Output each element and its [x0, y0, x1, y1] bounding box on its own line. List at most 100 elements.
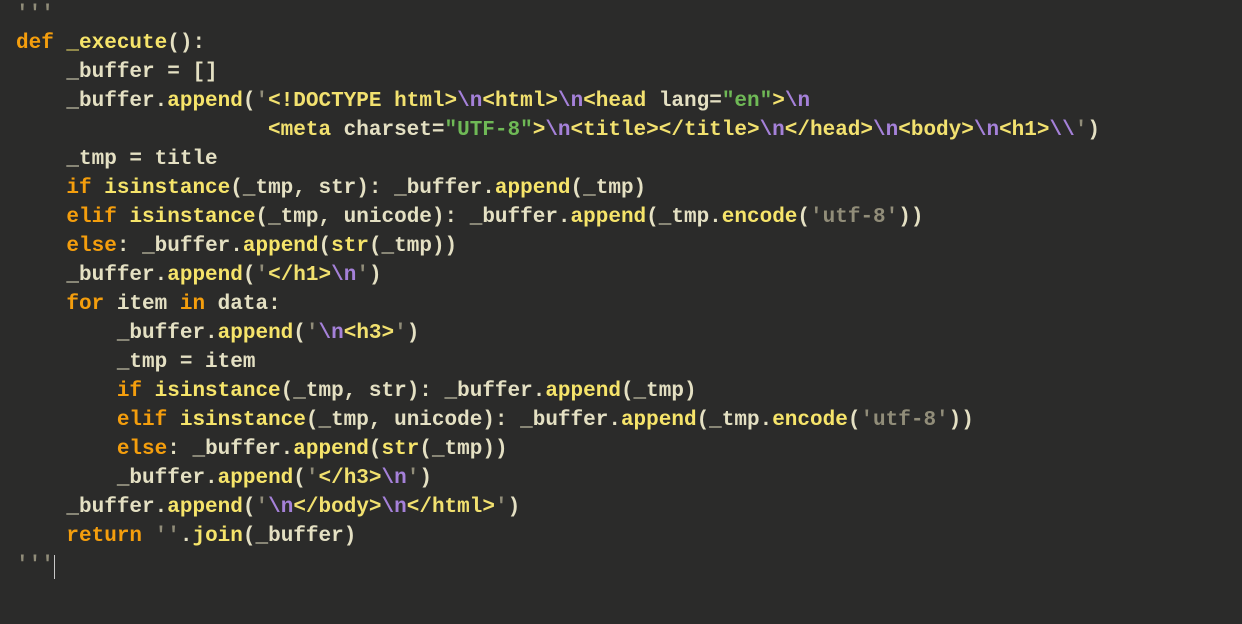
code-token: lang= [659, 90, 722, 113]
code-token: (): [167, 32, 205, 55]
code-token: <h3> [344, 322, 394, 345]
code-token: </head> [785, 119, 873, 142]
code-token: ( [848, 409, 861, 432]
code-token: (_buffer) [243, 525, 356, 548]
code-token: ' [495, 496, 508, 519]
code-token: append [495, 177, 571, 200]
code-token: ' [394, 322, 407, 345]
code-token [16, 119, 268, 142]
code-token: else [117, 438, 167, 461]
code-line: return ''.join(_buffer) [16, 525, 356, 548]
code-token: elif [66, 206, 129, 229]
code-token: for [66, 293, 116, 316]
code-token: append [571, 206, 647, 229]
code-token: ( [319, 235, 332, 258]
code-token: \n [268, 496, 293, 519]
code-token: ''' [16, 554, 54, 577]
code-token: join [192, 525, 242, 548]
code-line: for item in data: [16, 293, 281, 316]
code-token: append [218, 322, 294, 345]
code-token: if [66, 177, 104, 200]
code-token: ( [797, 206, 810, 229]
code-token: ( [293, 467, 306, 490]
code-token: : [117, 235, 142, 258]
code-token: > [533, 119, 546, 142]
code-token: _buffer. [117, 467, 218, 490]
code-token: ' [1075, 119, 1088, 142]
code-token: _tmp = item [117, 351, 256, 374]
code-line: _buffer.append('</h1>\n') [16, 264, 382, 287]
code-token: _buffer. [66, 264, 167, 287]
code-token: \n [382, 496, 407, 519]
code-token: _buffer. [520, 409, 621, 432]
text-cursor [54, 555, 55, 579]
code-token: (_tmp. [697, 409, 773, 432]
code-token: (_tmp, str): [230, 177, 394, 200]
code-token: </html> [407, 496, 495, 519]
code-line: _buffer.append('\n</body>\n</html>') [16, 496, 520, 519]
code-token: '' [155, 525, 180, 548]
code-token: ' [255, 496, 268, 519]
code-token: 'utf-8' [860, 409, 948, 432]
code-token: . [180, 525, 193, 548]
code-token: <html> [482, 90, 558, 113]
code-line: if isinstance(_tmp, str): _buffer.append… [16, 177, 646, 200]
code-token: (_tmp) [571, 177, 647, 200]
code-token: \n [382, 467, 407, 490]
code-line: _buffer.append('\n<h3>') [16, 322, 419, 345]
code-token: \n [873, 119, 898, 142]
code-line: ''' [16, 554, 55, 577]
code-token: <!DOCTYPE html> [268, 90, 457, 113]
code-token: \n [319, 322, 344, 345]
code-token: ' [306, 467, 319, 490]
code-token: _buffer. [66, 496, 167, 519]
code-line: _tmp = item [16, 351, 255, 374]
code-token: append [293, 438, 369, 461]
code-token: \n [457, 90, 482, 113]
code-token: (_tmp, str): [281, 380, 445, 403]
code-token: (_tmp) [621, 380, 697, 403]
code-token: _buffer. [445, 380, 546, 403]
code-token: else [66, 235, 116, 258]
code-token: ( [243, 90, 256, 113]
code-token: _buffer. [66, 90, 167, 113]
code-token: _buffer. [394, 177, 495, 200]
code-token: ' [255, 264, 268, 287]
code-token: data: [218, 293, 281, 316]
code-token: append [167, 496, 243, 519]
code-token: <body> [898, 119, 974, 142]
code-token: \n [331, 264, 356, 287]
code-token: )) [898, 206, 923, 229]
code-token: append [243, 235, 319, 258]
code-line: else: _buffer.append(str(_tmp)) [16, 235, 457, 258]
code-token: isinstance [180, 409, 306, 432]
code-token: append [167, 90, 243, 113]
code-token: (_tmp, unicode): [255, 206, 469, 229]
code-line: <meta charset="UTF-8">\n<title></title>\… [16, 119, 1100, 142]
code-token: (_tmp)) [419, 438, 507, 461]
code-token: > [772, 90, 785, 113]
code-token: \n [760, 119, 785, 142]
code-token: _buffer. [117, 322, 218, 345]
code-token: item [117, 293, 180, 316]
code-token: "UTF-8" [445, 119, 533, 142]
code-token: \n [785, 90, 810, 113]
code-token: _execute [66, 32, 167, 55]
code-token: encode [722, 206, 798, 229]
code-token: ' [255, 90, 268, 113]
code-editor[interactable]: ''' def _execute(): _buffer = [] _buffer… [0, 0, 1242, 580]
code-token: ( [243, 496, 256, 519]
code-token: append [218, 467, 294, 490]
code-line: elif isinstance(_tmp, unicode): _buffer.… [16, 409, 974, 432]
code-token: def [16, 32, 66, 55]
code-token: charset= [344, 119, 445, 142]
code-token: _buffer. [470, 206, 571, 229]
code-line: ''' [16, 3, 54, 26]
code-token: \\ [1050, 119, 1075, 142]
code-token: )) [949, 409, 974, 432]
code-token: ( [293, 322, 306, 345]
code-token: ' [407, 467, 420, 490]
code-line: def _execute(): [16, 32, 205, 55]
code-token: </h1> [268, 264, 331, 287]
code-token: append [621, 409, 697, 432]
